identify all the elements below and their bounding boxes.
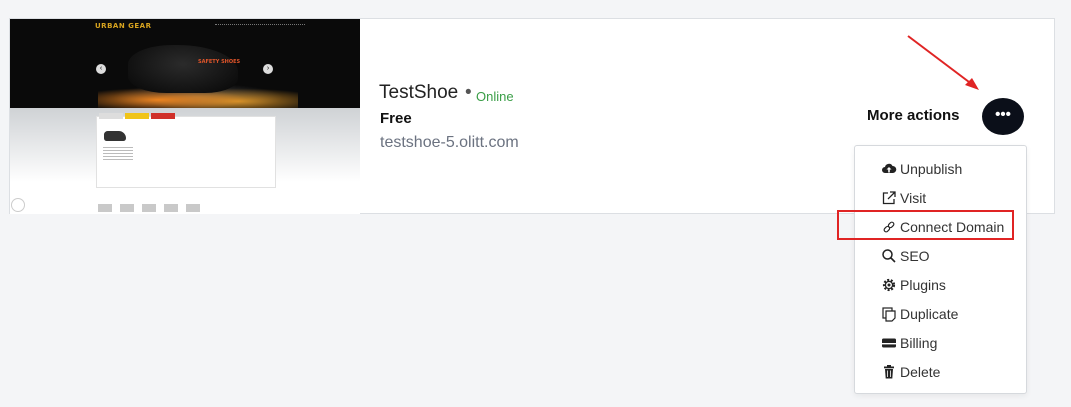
cloud-upload-icon <box>882 163 897 173</box>
thumbnail-body <box>10 108 360 214</box>
menu-item-label: Duplicate <box>900 306 959 322</box>
site-title: TestShoe <box>379 82 459 103</box>
duplicate-icon <box>882 307 896 322</box>
thumbnail-next-icon: › <box>263 64 273 74</box>
menu-item-label: Unpublish <box>900 161 963 177</box>
more-actions-button[interactable]: ••• <box>982 98 1024 135</box>
menu-item-delete[interactable]: Delete <box>881 362 940 382</box>
menu-item-duplicate[interactable]: Duplicate <box>881 304 958 324</box>
thumbnail-logo: URBAN GEAR <box>95 22 152 30</box>
menu-item-label: Plugins <box>900 277 946 293</box>
menu-item-visit[interactable]: Visit <box>881 188 926 208</box>
thumbnail-product <box>104 131 126 141</box>
thumbnail-hero: URBAN GEAR SAFETY SHOES ‹ › <box>10 19 360 108</box>
site-thumbnail[interactable]: URBAN GEAR SAFETY SHOES ‹ › <box>10 19 360 214</box>
menu-item-billing[interactable]: Billing <box>881 333 937 353</box>
thumbnail-hero-text: SAFETY SHOES <box>198 59 241 65</box>
annotation-highlight-box <box>837 210 1014 240</box>
credit-card-icon <box>882 338 896 348</box>
thumbnail-brand-logos <box>98 204 208 212</box>
menu-item-label: Billing <box>900 335 938 351</box>
thumbnail-tab <box>151 113 175 119</box>
more-actions-label: More actions <box>867 107 960 124</box>
menu-item-seo[interactable]: SEO <box>881 246 930 266</box>
menu-item-plugins[interactable]: Plugins <box>881 275 946 295</box>
thumbnail-tab <box>125 113 149 119</box>
menu-item-label: Visit <box>900 190 927 206</box>
trash-icon <box>884 365 894 379</box>
title-separator: • <box>465 82 472 103</box>
annotation-arrow-icon <box>907 35 979 90</box>
thumbnail-nav <box>215 24 305 27</box>
thumbnail-corner-icon <box>11 198 25 212</box>
status-badge: Online <box>476 89 514 104</box>
menu-item-label: Delete <box>900 364 941 380</box>
gear-icon <box>882 278 896 292</box>
thumbnail-shoe <box>128 45 238 93</box>
menu-item-unpublish[interactable]: Unpublish <box>881 159 962 179</box>
plan-label: Free <box>380 110 412 127</box>
search-icon <box>882 249 896 263</box>
thumbnail-prev-icon: ‹ <box>96 64 106 74</box>
thumbnail-text-lines <box>103 147 133 161</box>
thumbnail-tab <box>99 113 123 119</box>
external-link-icon <box>882 191 896 205</box>
actions-dropdown-menu: Unpublish Visit Connect Domain SEO Plugi… <box>854 145 1027 394</box>
thumbnail-panel <box>96 113 276 188</box>
site-domain: testshoe-5.olitt.com <box>380 134 519 151</box>
menu-item-label: SEO <box>900 248 930 264</box>
